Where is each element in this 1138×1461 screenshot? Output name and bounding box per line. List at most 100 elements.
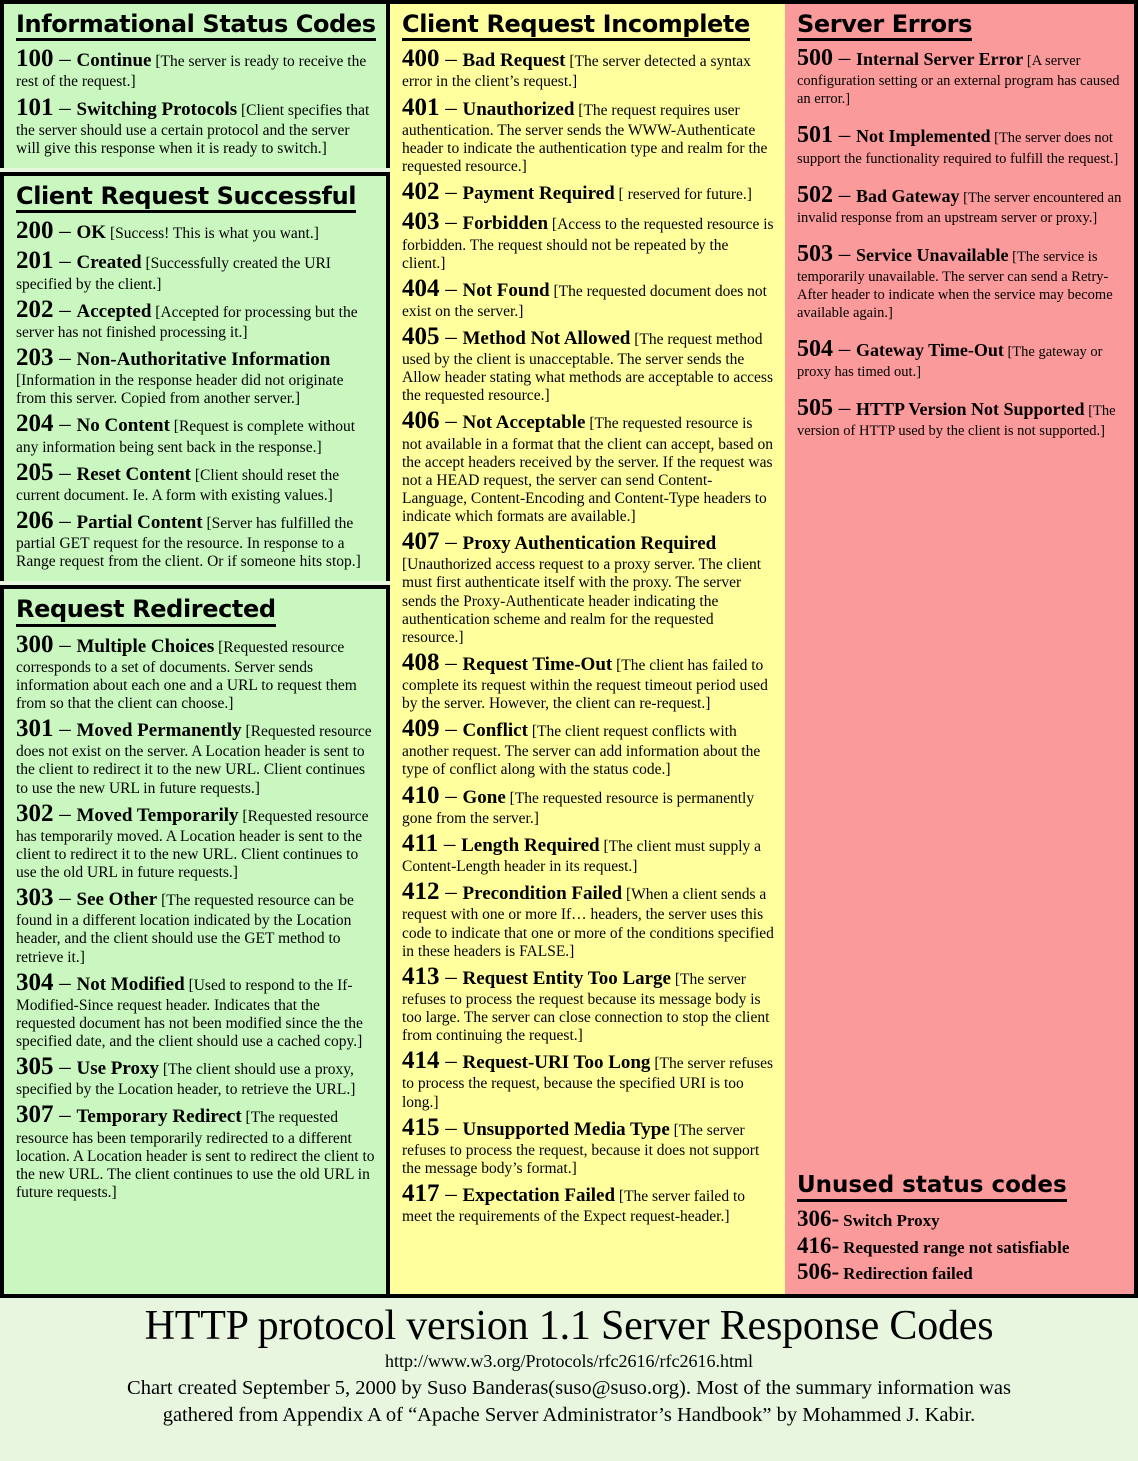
status-code-name: Request Entity Too Large [462, 967, 672, 989]
status-code-description: [Unauthorized access request to a proxy … [402, 556, 762, 646]
status-code-name: Temporary Redirect [76, 1106, 242, 1128]
unused-status-code-entry: 506- Redirection failed [797, 1259, 1124, 1285]
status-code-dash: – [53, 885, 77, 911]
entry-list-unused: 306- Switch Proxy 416- Requested range not … [797, 1206, 1124, 1285]
unused-status-code-number: 416- [797, 1232, 840, 1258]
status-code-number: 301 [16, 715, 54, 743]
status-code-entry: 300 – Multiple Choices [Requested resour… [16, 631, 376, 713]
unused-status-code-name: Requested range not satisfiable [843, 1237, 1070, 1257]
status-code-name: Unsupported Media Type [462, 1118, 670, 1140]
section-unused-codes: Unused status codes 306- Switch Proxy 416-… [785, 1165, 1138, 1298]
status-code-entry: 501 – Not Implemented [The server does n… [797, 122, 1124, 167]
status-code-name: Gone [462, 786, 506, 808]
status-code-entry: 404 – Not Found [The requested document … [402, 275, 775, 321]
status-code-name: Internal Server Error [856, 49, 1024, 70]
status-code-dash: – [833, 122, 856, 148]
status-code-dash: – [53, 248, 77, 274]
status-code-number: 200 [16, 217, 54, 245]
status-code-number: 401 [402, 93, 440, 121]
status-code-dash: – [53, 345, 77, 371]
status-code-name: Bad Gateway [856, 185, 960, 206]
status-code-entry: 303 – See Other [The requested resource … [16, 884, 376, 966]
unused-status-code-name: Switch Proxy [843, 1210, 940, 1230]
status-code-name: Proxy Authentication Required [462, 533, 717, 555]
section-success: Client Request Successful 200 – OK [Succ… [0, 171, 390, 582]
status-code-entry: 403 – Forbidden [Access to the requested… [402, 208, 775, 272]
unused-status-code-number: 506- [797, 1259, 840, 1285]
status-code-name: Not Acceptable [462, 412, 586, 434]
entry-list-redirect: 300 – Multiple Choices [Requested resour… [16, 631, 376, 1202]
status-code-dash: – [833, 240, 856, 266]
status-code-dash: – [53, 631, 77, 657]
status-code-entry: 304 – Not Modified [Used to respond to t… [16, 969, 376, 1051]
status-code-dash: – [439, 179, 463, 204]
footer-url[interactable]: http://www.w3.org/Protocols/rfc2616/rfc2… [0, 1350, 1138, 1373]
status-code-dash: – [439, 649, 463, 675]
status-code-name: Not Implemented [856, 126, 991, 147]
status-code-number: 300 [16, 630, 54, 658]
status-code-dash: – [439, 879, 463, 905]
entry-list-informational: 100 – Continue [The server is ready to r… [16, 45, 376, 158]
status-code-dash: – [53, 94, 77, 120]
status-code-name: Multiple Choices [76, 635, 215, 657]
status-code-name: Unauthorized [462, 98, 575, 120]
unused-status-code-entry: 306- Switch Proxy [797, 1206, 1124, 1232]
status-code-number: 408 [402, 648, 440, 676]
status-code-number: 100 [16, 45, 54, 73]
column-yellow: Client Request Incomplete 400 – Bad Requ… [390, 0, 785, 1298]
status-code-number: 403 [402, 208, 440, 236]
status-code-description: [Information in the response header did … [16, 372, 344, 408]
status-code-description: [Success! This is what you want.] [106, 225, 319, 243]
status-code-number: 413 [402, 962, 440, 990]
status-code-name: Accepted [76, 300, 152, 322]
section-title-server-error: Server Errors [797, 11, 972, 42]
section-client-error: Client Request Incomplete 400 – Bad Requ… [390, 0, 785, 1298]
status-code-entry: 202 – Accepted [Accepted for processing … [16, 296, 376, 342]
status-code-number: 206 [16, 507, 54, 535]
status-code-dash: – [439, 46, 463, 72]
status-code-number: 502 [797, 181, 833, 208]
status-code-number: 406 [402, 407, 440, 435]
status-code-name: Bad Request [462, 50, 566, 72]
column-green: Informational Status Codes 100 – Continu… [0, 0, 390, 1298]
status-code-name: HTTP Version Not Supported [856, 399, 1085, 420]
status-code-name: Expectation Failed [462, 1185, 616, 1206]
status-code-number: 407 [402, 528, 440, 556]
status-code-entry: 406 – Not Acceptable [The requested reso… [402, 407, 775, 526]
status-code-name: Not Modified [76, 973, 185, 995]
status-code-entry: 407 – Proxy Authentication Required [Una… [402, 528, 775, 647]
status-code-dash: – [439, 529, 463, 555]
status-code-entry: 401 – Unauthorized [The request requires… [402, 94, 775, 176]
status-code-entry: 414 – Request-URI Too Long [The server r… [402, 1047, 775, 1111]
footer-credit-line-2: gathered from Appendix A of “Apache Serv… [162, 1403, 976, 1426]
status-code-dash: – [53, 218, 77, 244]
status-code-dash: – [53, 296, 77, 322]
status-code-dash: – [439, 275, 463, 301]
status-code-name: Switching Protocols [76, 98, 238, 120]
status-code-dash: – [53, 508, 77, 534]
status-code-name: Moved Temporarily [76, 804, 239, 826]
status-code-entry: 203 – Non-Authoritative Information [Inf… [16, 344, 376, 408]
column-red: Server Errors 500 – Internal Server Erro… [785, 0, 1138, 1298]
status-code-entry: 408 – Request Time-Out [The client has f… [402, 649, 775, 713]
status-code-name: Continue [76, 50, 152, 72]
section-redirect: Request Redirected 300 – Multiple Choice… [0, 585, 390, 1298]
status-code-entry: 204 – No Content [Request is complete wi… [16, 410, 376, 456]
status-code-name: Non-Authoritative Information [76, 349, 331, 371]
status-code-dash: – [53, 1102, 77, 1128]
status-code-entry: 101 – Switching Protocols [Client specif… [16, 94, 376, 158]
status-code-name: Use Proxy [76, 1058, 160, 1080]
status-code-name: Conflict [462, 720, 528, 742]
status-code-entry: 100 – Continue [The server is ready to r… [16, 45, 376, 91]
status-code-entry: 412 – Precondition Failed [When a client… [402, 878, 775, 960]
status-code-dash: – [833, 395, 856, 421]
status-code-number: 304 [16, 968, 54, 996]
status-code-name: OK [76, 222, 107, 244]
status-code-name: Moved Permanently [76, 720, 242, 742]
status-code-entry: 503 – Service Unavailable [The service i… [797, 241, 1124, 322]
status-code-number: 503 [797, 240, 833, 267]
status-code-dash: – [53, 411, 77, 437]
section-title-success: Client Request Successful [16, 183, 357, 214]
status-code-number: 411 [402, 829, 439, 857]
status-code-entry: 402 – Payment Required [ reserved for fu… [402, 178, 775, 206]
